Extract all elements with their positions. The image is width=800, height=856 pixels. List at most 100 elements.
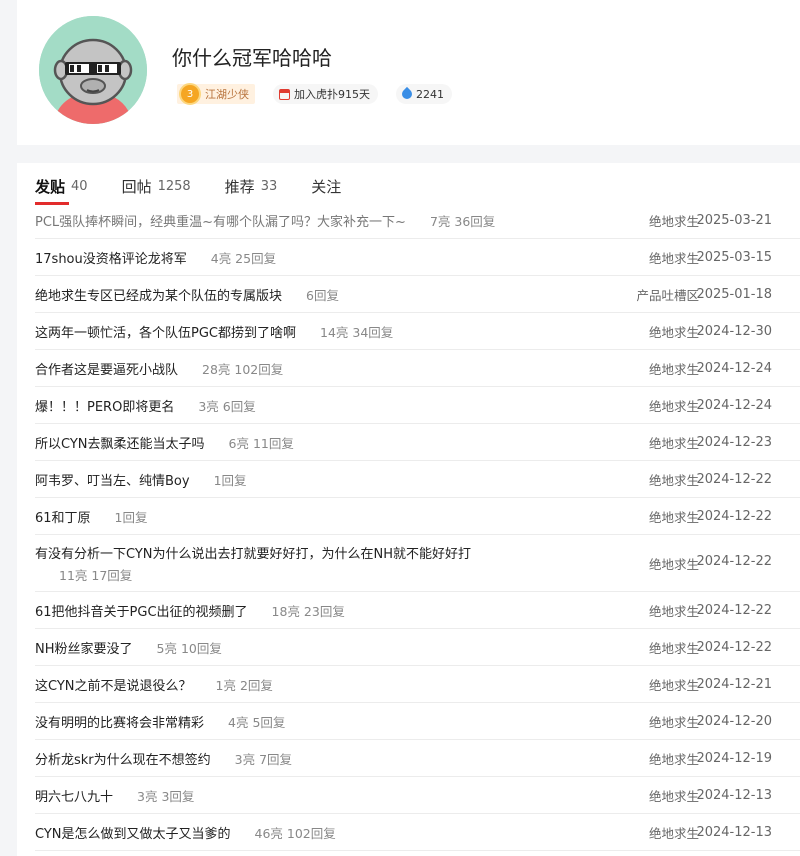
post-date: 2024-12-24 [696,360,772,376]
list-item[interactable]: 阿韦罗、叮当左、纯情Boy 1回复 绝地求生 2024-12-22 [35,461,800,498]
post-meta: 46亮 102回复 [254,825,336,841]
list-item[interactable]: CYN是怎么做到又做太子又当爹的 46亮 102回复 绝地求生 2024-12-… [35,814,800,851]
post-title[interactable]: 17shou没资格评论龙将军 [35,248,187,267]
post-meta: 1回复 [114,509,148,525]
list-item[interactable]: PCL强队捧杯瞬间，经典重温~有哪个队漏了吗？大家补充一下~ 7亮 36回复 绝… [35,202,800,239]
post-date: 2024-12-22 [696,639,772,655]
post-title[interactable]: 这两年一顿忙活，各个队伍PGC都捞到了啥啊 [35,322,296,341]
level-badge[interactable]: 3 江湖少侠 [177,83,255,105]
post-date: 2025-01-18 [696,286,772,302]
list-item[interactable]: 61和丁原 1回复 绝地求生 2024-12-22 [35,498,800,535]
post-title[interactable]: 合作者这是要逼死小战队 [35,359,178,378]
post-meta: 7亮 36回复 [429,213,496,229]
post-date: 2024-12-22 [696,554,772,569]
post-list: PCL强队捧杯瞬间，经典重温~有哪个队漏了吗？大家补充一下~ 7亮 36回复 绝… [35,202,800,851]
post-forum[interactable]: 绝地求生 [649,507,699,526]
list-item[interactable]: 合作者这是要逼死小战队 28亮 102回复 绝地求生 2024-12-24 [35,350,800,387]
post-meta: 4亮 5回复 [228,714,286,730]
profile-tabs: 发贴 40 回帖 1258 推荐 33 关注 [35,173,341,205]
profile-card: 你什么冠军哈哈哈 3 江湖少侠 加入虎扑915天 2241 [17,0,800,145]
tab-count: 33 [260,178,278,194]
post-forum[interactable]: 绝地求生 [649,211,699,230]
post-date: 2024-12-22 [696,602,772,618]
tab-posts[interactable]: 发贴 40 [35,173,88,205]
username: 你什么冠军哈哈哈 [172,46,332,70]
calendar-icon [279,88,290,100]
posts-panel: 发贴 40 回帖 1258 推荐 33 关注 PCL强队捧杯瞬间，经典重温~有哪… [17,163,800,856]
level-icon: 3 [179,83,201,105]
post-forum[interactable]: 绝地求生 [649,823,699,842]
post-meta: 6亮 11回复 [228,435,294,451]
list-item[interactable]: 这两年一顿忙活，各个队伍PGC都捞到了啥啊 14亮 34回复 绝地求生 2024… [35,313,800,350]
tab-label: 发贴 [35,177,66,196]
tab-replies[interactable]: 回帖 1258 [122,173,191,199]
points-badge: 2241 [396,84,452,104]
post-date: 2024-12-13 [696,787,772,803]
post-date: 2024-12-22 [696,471,772,487]
post-forum[interactable]: 绝地求生 [649,248,699,267]
tab-label: 关注 [311,177,342,196]
avatar[interactable] [39,16,147,124]
avatar-image [39,16,147,124]
post-forum[interactable]: 绝地求生 [649,554,699,573]
list-item[interactable]: 绝地求生专区已经成为某个队伍的专属版块 6回复 产品吐槽区 2025-01-18 [35,276,800,313]
join-days-text: 加入虎扑915天 [294,88,370,101]
post-title[interactable]: 有没有分析一下CYN为什么说出去打就要好好打，为什么在NH就不能好好打 [35,543,471,562]
post-title[interactable]: 所以CYN去飘柔还能当太子吗 [35,433,205,452]
join-days-badge: 加入虎扑915天 [273,84,378,104]
post-forum[interactable]: 绝地求生 [649,786,699,805]
post-forum[interactable]: 绝地求生 [649,675,699,694]
post-date: 2024-12-21 [696,676,772,692]
post-title[interactable]: 爆！！！PERO即将更名 [35,396,174,415]
tab-label: 推荐 [224,177,255,196]
post-forum[interactable]: 绝地求生 [649,433,699,452]
level-label: 江湖少侠 [205,88,249,101]
list-item[interactable]: 分析龙skr为什么现在不想签约 3亮 7回复 绝地求生 2024-12-19 [35,740,800,777]
tab-follow[interactable]: 关注 [311,173,341,199]
post-date: 2024-12-24 [696,397,772,413]
post-date: 2025-03-15 [696,249,772,265]
post-forum[interactable]: 绝地求生 [649,638,699,657]
list-item[interactable]: 17shou没资格评论龙将军 4亮 25回复 绝地求生 2025-03-15 [35,239,800,276]
list-item[interactable]: 有没有分析一下CYN为什么说出去打就要好好打，为什么在NH就不能好好打 11亮 … [35,535,800,592]
post-title[interactable]: 61把他抖音关于PGC出征的视频删了 [35,601,248,620]
post-title[interactable]: 这CYN之前不是说退役么？ [35,675,192,694]
post-title[interactable]: 绝地求生专区已经成为某个队伍的专属版块 [35,285,282,304]
tab-recommend[interactable]: 推荐 33 [225,173,278,199]
post-meta: 1亮 2回复 [215,677,273,693]
post-title[interactable]: 61和丁原 [35,507,91,526]
post-meta: 5亮 10回复 [156,640,222,656]
post-forum[interactable]: 绝地求生 [649,749,699,768]
post-forum[interactable]: 绝地求生 [649,601,699,620]
list-item[interactable]: 爆！！！PERO即将更名 3亮 6回复 绝地求生 2024-12-24 [35,387,800,424]
post-date: 2024-12-23 [696,434,772,450]
list-item[interactable]: 61把他抖音关于PGC出征的视频删了 18亮 23回复 绝地求生 2024-12… [35,592,800,629]
post-meta: 3亮 6回复 [198,398,256,414]
post-forum[interactable]: 绝地求生 [649,359,699,378]
post-forum[interactable]: 绝地求生 [649,396,699,415]
post-title[interactable]: 没有明明的比赛将会非常精彩 [35,712,204,731]
post-date: 2024-12-13 [696,824,772,840]
post-forum[interactable]: 绝地求生 [649,322,699,341]
post-title[interactable]: 明六七八九十 [35,786,113,805]
post-forum[interactable]: 产品吐槽区 [636,285,699,304]
post-meta: 3亮 3回复 [137,788,195,804]
post-forum[interactable]: 绝地求生 [649,470,699,489]
post-title[interactable]: 阿韦罗、叮当左、纯情Boy [35,470,190,489]
list-item[interactable]: 明六七八九十 3亮 3回复 绝地求生 2024-12-13 [35,777,800,814]
list-item[interactable]: NH粉丝家要没了 5亮 10回复 绝地求生 2024-12-22 [35,629,800,666]
post-date: 2024-12-30 [696,323,772,339]
drop-icon [399,86,415,102]
points-value: 2241 [416,87,444,101]
post-title[interactable]: CYN是怎么做到又做太子又当爹的 [35,823,231,842]
list-item[interactable]: 没有明明的比赛将会非常精彩 4亮 5回复 绝地求生 2024-12-20 [35,703,800,740]
list-item[interactable]: 这CYN之前不是说退役么？ 1亮 2回复 绝地求生 2024-12-21 [35,666,800,703]
post-title[interactable]: PCL强队捧杯瞬间，经典重温~有哪个队漏了吗？大家补充一下~ [35,211,406,230]
post-title[interactable]: 分析龙skr为什么现在不想签约 [35,749,211,768]
list-item[interactable]: 所以CYN去飘柔还能当太子吗 6亮 11回复 绝地求生 2024-12-23 [35,424,800,461]
post-forum[interactable]: 绝地求生 [649,712,699,731]
post-meta: 6回复 [306,287,339,303]
profile-badges: 3 江湖少侠 加入虎扑915天 2241 [177,83,452,105]
post-title[interactable]: NH粉丝家要没了 [35,638,133,657]
post-meta: 28亮 102回复 [202,361,284,377]
